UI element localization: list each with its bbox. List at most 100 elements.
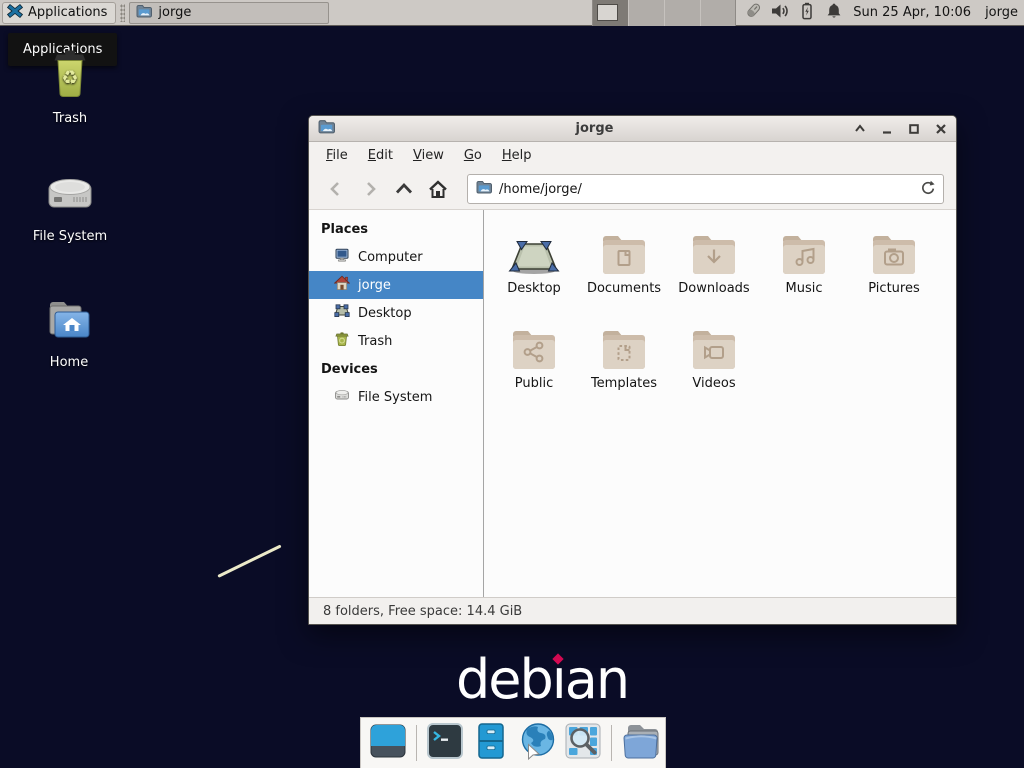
menu-bar: File Edit View Go Help [309, 142, 956, 169]
bottom-dock [360, 717, 666, 768]
workspace-3[interactable] [665, 0, 701, 26]
file-item-label: Desktop [507, 281, 561, 296]
workspace-2[interactable] [629, 0, 665, 26]
forward-button[interactable] [355, 174, 385, 204]
minimize-button[interactable] [881, 123, 893, 135]
reload-icon[interactable] [920, 180, 935, 199]
shade-button[interactable] [854, 123, 866, 135]
file-item-downloads[interactable]: Downloads [669, 224, 759, 319]
home-folder-dock-icon[interactable] [620, 721, 662, 765]
path-input[interactable]: /home/jorge/ [499, 182, 913, 197]
public-folder-icon [510, 319, 558, 371]
desktop-line-artifact [217, 544, 281, 577]
web-browser-globe-icon[interactable] [517, 721, 557, 765]
hard-drive-icon [46, 170, 94, 222]
file-item-pictures[interactable]: Pictures [849, 224, 939, 319]
panel-clock[interactable]: Sun 25 Apr, 10:06 [853, 5, 971, 20]
terminal-icon[interactable] [425, 721, 465, 765]
applications-menu-label: Applications [28, 5, 107, 20]
dock-separator [416, 725, 417, 761]
application-finder-icon[interactable] [563, 721, 603, 765]
file-item-public[interactable]: Public [489, 319, 579, 414]
sidebar-item-label: Computer [358, 250, 423, 265]
desktop-icon-home[interactable]: Home [17, 296, 121, 370]
taskbar-window-button[interactable]: jorge [129, 2, 329, 24]
path-folder-icon [476, 180, 492, 198]
folder-icon [136, 4, 152, 22]
show-desktop-icon[interactable] [368, 721, 408, 765]
taskbar-window-label: jorge [158, 5, 191, 20]
places-header: Places [309, 215, 483, 243]
window-titlebar[interactable]: jorge [309, 116, 956, 142]
file-manager-window: jorge File Edit View Go Help /home/jorge… [308, 115, 957, 625]
file-item-desktop[interactable]: Desktop [489, 224, 579, 319]
desktop-special-icon [508, 224, 560, 276]
devices-header: Devices [309, 355, 483, 383]
home-button[interactable] [423, 174, 453, 204]
panel-username[interactable]: jorge [985, 5, 1018, 20]
desktop-icon-label: Trash [53, 111, 87, 126]
workspace-4[interactable] [701, 0, 736, 26]
window-folder-icon [318, 119, 335, 138]
file-item-label: Downloads [678, 281, 749, 296]
top-panel: Applications jorge Sun 25 Apr, 10:06 jor… [0, 0, 1024, 26]
desktop-icon [334, 303, 350, 323]
desktop-icon-label: Home [50, 355, 88, 370]
sidebar-item-label: File System [358, 390, 432, 405]
svg-text:♻: ♻ [61, 67, 78, 89]
up-button[interactable] [389, 174, 419, 204]
file-manager-cabinet-icon[interactable] [471, 721, 511, 765]
system-tray [744, 2, 843, 24]
desktop-icon-file-system[interactable]: File System [18, 170, 122, 244]
file-item-label: Public [515, 376, 553, 391]
battery-icon[interactable] [798, 2, 816, 24]
file-item-videos[interactable]: Videos [669, 319, 759, 414]
sidebar: Places Computer jorge Desktop [309, 210, 484, 597]
window-controls [854, 123, 947, 135]
file-item-templates[interactable]: Templates [579, 319, 669, 414]
menu-file[interactable]: File [316, 144, 358, 167]
debian-logo-text: an [565, 648, 628, 711]
toolbar: /home/jorge/ [309, 169, 956, 210]
home-icon [334, 275, 350, 295]
sidebar-item-label: Trash [358, 334, 392, 349]
menu-view[interactable]: View [403, 144, 454, 167]
computer-icon [334, 247, 350, 267]
file-item-music[interactable]: Music [759, 224, 849, 319]
menu-help[interactable]: Help [492, 144, 542, 167]
desktop-icon-trash[interactable]: ♻ Trash [18, 48, 122, 126]
status-bar: 8 folders, Free space: 14.4 GiB [309, 597, 956, 624]
workspace-switcher[interactable] [592, 0, 736, 26]
workspace-window-preview [597, 4, 618, 21]
window-title: jorge [343, 121, 846, 136]
applications-menu-button[interactable]: Applications [2, 2, 116, 24]
menu-edit[interactable]: Edit [358, 144, 403, 167]
sidebar-item-label: jorge [358, 278, 391, 293]
sidebar-item-jorge[interactable]: jorge [309, 271, 483, 299]
file-item-label: Pictures [868, 281, 919, 296]
debian-logo: debıan [456, 653, 628, 707]
input-device-icon[interactable] [744, 2, 762, 24]
music-folder-icon [780, 224, 828, 276]
videos-folder-icon [690, 319, 738, 371]
file-item-label: Videos [692, 376, 735, 391]
sidebar-item-computer[interactable]: Computer [309, 243, 483, 271]
location-bar[interactable]: /home/jorge/ [467, 174, 944, 204]
workspace-1[interactable] [593, 0, 629, 26]
file-item-label: Templates [591, 376, 657, 391]
status-text: 8 folders, Free space: 14.4 GiB [323, 604, 522, 619]
sidebar-item-file-system[interactable]: File System [309, 383, 483, 411]
templates-folder-icon [600, 319, 648, 371]
menu-go[interactable]: Go [454, 144, 492, 167]
trash-icon: ♻ [44, 48, 96, 104]
volume-icon[interactable] [771, 2, 789, 24]
xfce-logo-icon [7, 3, 23, 23]
sidebar-item-label: Desktop [358, 306, 412, 321]
file-item-documents[interactable]: Documents [579, 224, 669, 319]
maximize-button[interactable] [908, 123, 920, 135]
close-button[interactable] [935, 123, 947, 135]
notifications-bell-icon[interactable] [825, 2, 843, 24]
sidebar-item-desktop[interactable]: Desktop [309, 299, 483, 327]
sidebar-item-trash[interactable]: Trash [309, 327, 483, 355]
back-button[interactable] [321, 174, 351, 204]
